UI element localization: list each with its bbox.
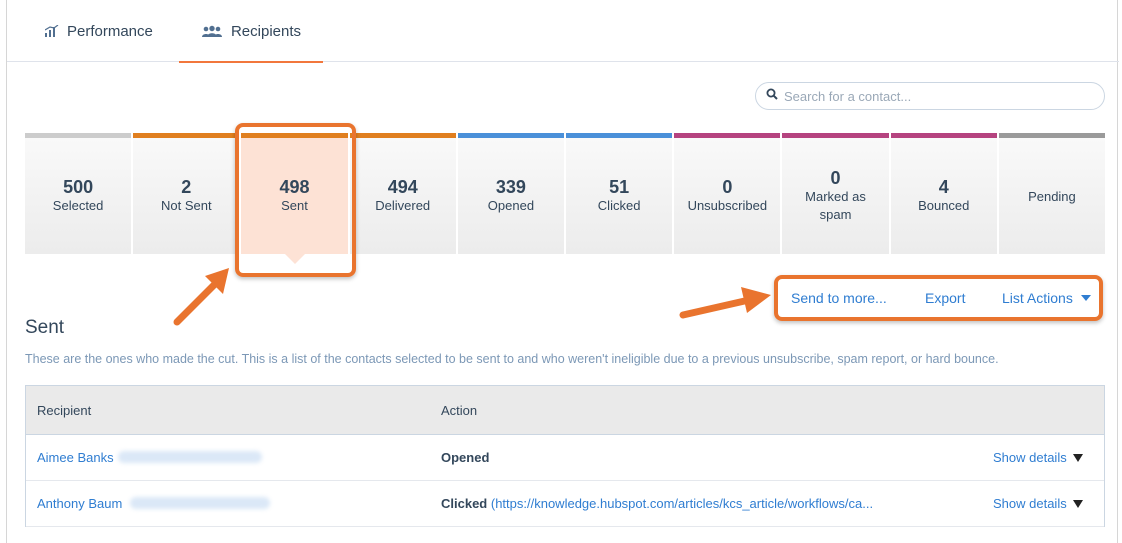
stat-value: 0 (830, 168, 841, 188)
table-header: Recipient Action (26, 386, 1104, 435)
recipients-table: Recipient Action Aimee Banks Opened Show… (25, 385, 1105, 527)
tab-performance-label: Performance (67, 22, 153, 40)
chevron-down-icon (1080, 295, 1091, 301)
stat-label: Marked as spam (805, 189, 866, 222)
stat-value: 494 (387, 177, 418, 197)
show-details-toggle[interactable]: Show details (993, 496, 1083, 511)
clicked-url-link[interactable]: (https://knowledge.hubspot.com/articles/… (491, 496, 873, 511)
search-input[interactable] (784, 88, 1084, 104)
stat-value: 2 (181, 177, 192, 197)
arrow-to-actions-icon (679, 287, 771, 319)
tab-recipients[interactable]: Recipients (179, 0, 323, 63)
stat-marked-as-spam[interactable]: 0 Marked as spam (782, 133, 889, 254)
stat-value: 339 (495, 177, 526, 197)
send-to-more-link[interactable]: Send to more... (791, 290, 887, 306)
tab-recipients-label: Recipients (230, 22, 302, 40)
recipient-name-link[interactable]: Aimee Banks (37, 450, 114, 465)
recipient-name-link[interactable]: Anthony Baum (37, 496, 122, 511)
recipient-action: Opened (441, 450, 489, 465)
bar-chart-icon (45, 25, 59, 37)
stat-label: Opened (487, 198, 535, 213)
stat-unsubscribed[interactable]: 0 Unsubscribed (674, 133, 781, 254)
email-details-panel: Performance Recipients 500 Selected 2 No… (6, 0, 1119, 543)
show-details-label: Show details (993, 450, 1067, 465)
stat-value: 0 (722, 177, 733, 197)
table-row: Anthony Baum Clicked (https://knowledge.… (26, 481, 1104, 527)
contact-search[interactable] (755, 82, 1105, 110)
column-header-action: Action (441, 402, 478, 418)
stat-label: Selected (52, 198, 104, 213)
list-actions-label: List Actions (1002, 290, 1073, 306)
show-details-label: Show details (993, 496, 1067, 511)
table-row: Aimee Banks Opened Show details (26, 435, 1104, 481)
recipient-stats-bar: 500 Selected 2 Not Sent 498 Sent 494 Del… (25, 133, 1106, 264)
tab-bar: Performance Recipients (7, 0, 1119, 63)
export-link[interactable]: Export (925, 290, 965, 306)
show-details-toggle[interactable]: Show details (993, 450, 1083, 465)
caret-down-icon (1072, 453, 1083, 462)
action-type: Opened (441, 450, 490, 465)
stat-label: Unsubscribed (687, 198, 768, 213)
section-title: Sent (25, 317, 65, 338)
stat-value: 500 (63, 177, 94, 197)
caret-down-icon (1072, 499, 1083, 508)
arrow-to-sent-icon (173, 268, 229, 326)
stat-label: Delivered (375, 198, 431, 213)
stat-delivered[interactable]: 494 Delivered (349, 133, 456, 254)
stat-label: Pending (1028, 189, 1076, 204)
stat-label: Clicked (597, 198, 641, 213)
action-type: Clicked (441, 496, 488, 511)
recipient-action: Clicked (https://knowledge.hubspot.com/a… (441, 496, 873, 511)
stat-label: Not Sent (161, 198, 212, 213)
stat-pending[interactable]: Pending (998, 133, 1106, 254)
tab-performance[interactable]: Performance (45, 0, 153, 62)
stat-clicked[interactable]: 51 Clicked (566, 133, 673, 254)
redacted-email (118, 451, 262, 463)
stat-label: Bounced (918, 198, 970, 213)
sent-highlight-box (235, 123, 356, 277)
redacted-email (130, 497, 270, 509)
people-icon (201, 25, 223, 37)
stat-value: 51 (609, 177, 630, 197)
stat-opened[interactable]: 339 Opened (457, 133, 565, 254)
column-header-recipient: Recipient (37, 402, 92, 418)
stat-value: 4 (938, 177, 949, 197)
stat-bounced[interactable]: 4 Bounced (890, 133, 997, 254)
list-actions-dropdown[interactable]: List Actions (1002, 290, 1091, 306)
section-description: These are the ones who made the cut. Thi… (25, 352, 999, 366)
stat-selected[interactable]: 500 Selected (25, 133, 132, 254)
stat-not-sent[interactable]: 2 Not Sent (133, 133, 240, 254)
search-icon (766, 87, 778, 105)
